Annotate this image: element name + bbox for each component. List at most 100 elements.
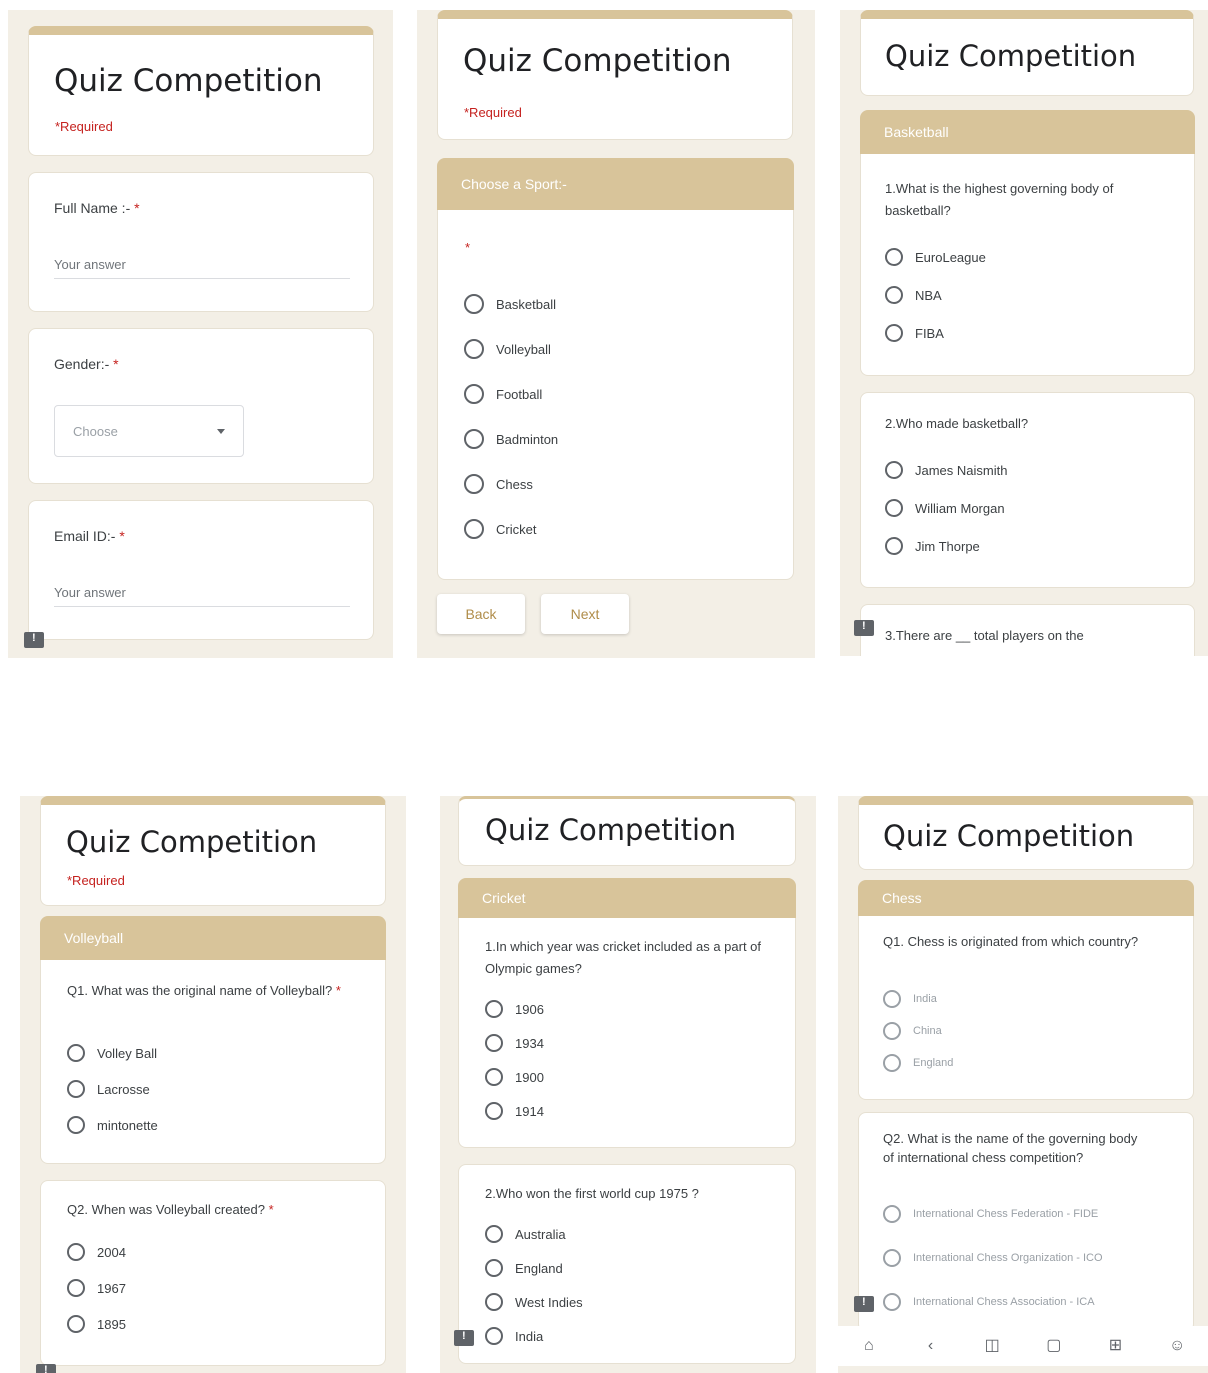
option-england[interactable]: England <box>883 1054 953 1072</box>
form-header-card: Quiz Competition <box>858 796 1194 870</box>
book-icon[interactable]: ◫ <box>982 1338 1002 1354</box>
radio-button[interactable] <box>485 1000 503 1018</box>
feedback-icon[interactable] <box>854 1296 874 1312</box>
radio-button[interactable] <box>464 519 484 539</box>
option-1900[interactable]: 1900 <box>485 1068 544 1086</box>
tabs-icon[interactable]: ▢ <box>1044 1338 1064 1354</box>
option-jim-thorpe[interactable]: Jim Thorpe <box>885 537 980 555</box>
radio-button[interactable] <box>67 1279 85 1297</box>
gender-label: Gender:- * <box>54 356 119 372</box>
radio-button[interactable] <box>885 248 903 266</box>
radio-button[interactable] <box>885 286 903 304</box>
option-2004[interactable]: 2004 <box>67 1243 126 1261</box>
profile-icon[interactable]: ☺ <box>1167 1338 1187 1354</box>
option-james-naismith[interactable]: James Naismith <box>885 461 1007 479</box>
required-note: *Required <box>67 873 125 888</box>
radio-button[interactable] <box>485 1034 503 1052</box>
radio-button[interactable] <box>885 324 903 342</box>
radio-button[interactable] <box>885 461 903 479</box>
section-header: Basketball <box>860 110 1195 154</box>
radio-button[interactable] <box>67 1116 85 1134</box>
radio-button[interactable] <box>464 429 484 449</box>
radio-button[interactable] <box>464 384 484 404</box>
option-ica[interactable]: International Chess Association - ICA <box>883 1293 1123 1311</box>
question-3-text: 3.There are __ total players on the <box>885 628 1084 643</box>
browser-nav-bar: ⌂ ‹ ◫ ▢ ⊞ ☺ <box>838 1326 1208 1366</box>
feedback-icon[interactable] <box>454 1330 474 1346</box>
option-1906[interactable]: 1906 <box>485 1000 544 1018</box>
form-title: Quiz Competition <box>883 819 1135 853</box>
email-input[interactable]: Your answer <box>54 585 350 607</box>
gender-select[interactable]: Choose <box>54 405 244 457</box>
question-1-text: Q1. Chess is originated from which count… <box>883 934 1139 949</box>
radio-button[interactable] <box>883 1293 901 1311</box>
question-1-text: 1.What is the highest governing body of … <box>885 181 1114 218</box>
option-volley-ball[interactable]: Volley Ball <box>67 1044 157 1062</box>
full-name-input[interactable]: Your answer <box>54 257 350 279</box>
option-volleyball[interactable]: Volleyball <box>464 339 551 359</box>
sport-options-card: * Basketball Volleyball Football Badmint… <box>437 210 794 580</box>
full-name-card: Full Name :- * Your answer <box>28 172 374 312</box>
radio-button[interactable] <box>485 1068 503 1086</box>
option-1967[interactable]: 1967 <box>67 1279 126 1297</box>
radio-button[interactable] <box>883 1054 901 1072</box>
option-lacrosse[interactable]: Lacrosse <box>67 1080 150 1098</box>
next-button[interactable]: Next <box>541 594 629 634</box>
radio-button[interactable] <box>883 1249 901 1267</box>
feedback-icon[interactable] <box>36 1364 56 1373</box>
form-title: Quiz Competition <box>463 43 732 79</box>
radio-button[interactable] <box>485 1327 503 1345</box>
option-badminton[interactable]: Badminton <box>464 429 558 449</box>
radio-button[interactable] <box>485 1225 503 1243</box>
question-2-text: Q2. When was Volleyball created? * <box>67 1202 274 1217</box>
radio-button[interactable] <box>67 1243 85 1261</box>
radio-button[interactable] <box>883 990 901 1008</box>
radio-button[interactable] <box>883 1022 901 1040</box>
radio-button[interactable] <box>67 1315 85 1333</box>
option-ico[interactable]: International Chess Organization - ICO <box>883 1249 1123 1267</box>
option-euroleague[interactable]: EuroLeague <box>885 248 986 266</box>
gender-card: Gender:- * Choose <box>28 328 374 484</box>
option-india[interactable]: India <box>485 1327 543 1345</box>
add-tab-icon[interactable]: ⊞ <box>1105 1338 1125 1354</box>
option-1895[interactable]: 1895 <box>67 1315 126 1333</box>
option-1914[interactable]: 1914 <box>485 1102 544 1120</box>
option-australia[interactable]: Australia <box>485 1225 566 1243</box>
form-header-card: Quiz Competition *Required <box>437 10 793 140</box>
option-mintonette[interactable]: mintonette <box>67 1116 158 1134</box>
radio-button[interactable] <box>883 1205 901 1223</box>
radio-button[interactable] <box>485 1259 503 1277</box>
option-football[interactable]: Football <box>464 384 542 404</box>
feedback-icon[interactable] <box>854 620 874 636</box>
section-header: Chess <box>858 880 1194 916</box>
option-1934[interactable]: 1934 <box>485 1034 544 1052</box>
feedback-icon[interactable] <box>24 632 44 648</box>
option-basketball[interactable]: Basketball <box>464 294 556 314</box>
question-1-text: 1.In which year was cricket included as … <box>485 939 762 976</box>
option-william-morgan[interactable]: William Morgan <box>885 499 1005 517</box>
radio-button[interactable] <box>485 1293 503 1311</box>
radio-button[interactable] <box>67 1044 85 1062</box>
radio-button[interactable] <box>67 1080 85 1098</box>
radio-button[interactable] <box>485 1102 503 1120</box>
home-icon[interactable]: ⌂ <box>859 1338 879 1354</box>
radio-button[interactable] <box>464 339 484 359</box>
option-nba[interactable]: NBA <box>885 286 942 304</box>
option-fide[interactable]: International Chess Federation - FIDE <box>883 1205 1123 1223</box>
radio-button[interactable] <box>464 474 484 494</box>
back-icon[interactable]: ‹ <box>920 1338 940 1354</box>
radio-button[interactable] <box>464 294 484 314</box>
radio-button[interactable] <box>885 537 903 555</box>
option-cricket[interactable]: Cricket <box>464 519 536 539</box>
option-china[interactable]: China <box>883 1022 942 1040</box>
option-west-indies[interactable]: West Indies <box>485 1293 583 1311</box>
option-chess[interactable]: Chess <box>464 474 533 494</box>
question-2-card: 2.Who made basketball? James Naismith Wi… <box>860 392 1195 588</box>
back-button[interactable]: Back <box>437 594 525 634</box>
form-title: Quiz Competition <box>54 63 323 99</box>
option-fiba[interactable]: FIBA <box>885 324 944 342</box>
option-england[interactable]: England <box>485 1259 563 1277</box>
screen-chess: Quiz Competition Chess Q1. Chess is orig… <box>838 796 1208 1373</box>
radio-button[interactable] <box>885 499 903 517</box>
option-india[interactable]: India <box>883 990 937 1008</box>
